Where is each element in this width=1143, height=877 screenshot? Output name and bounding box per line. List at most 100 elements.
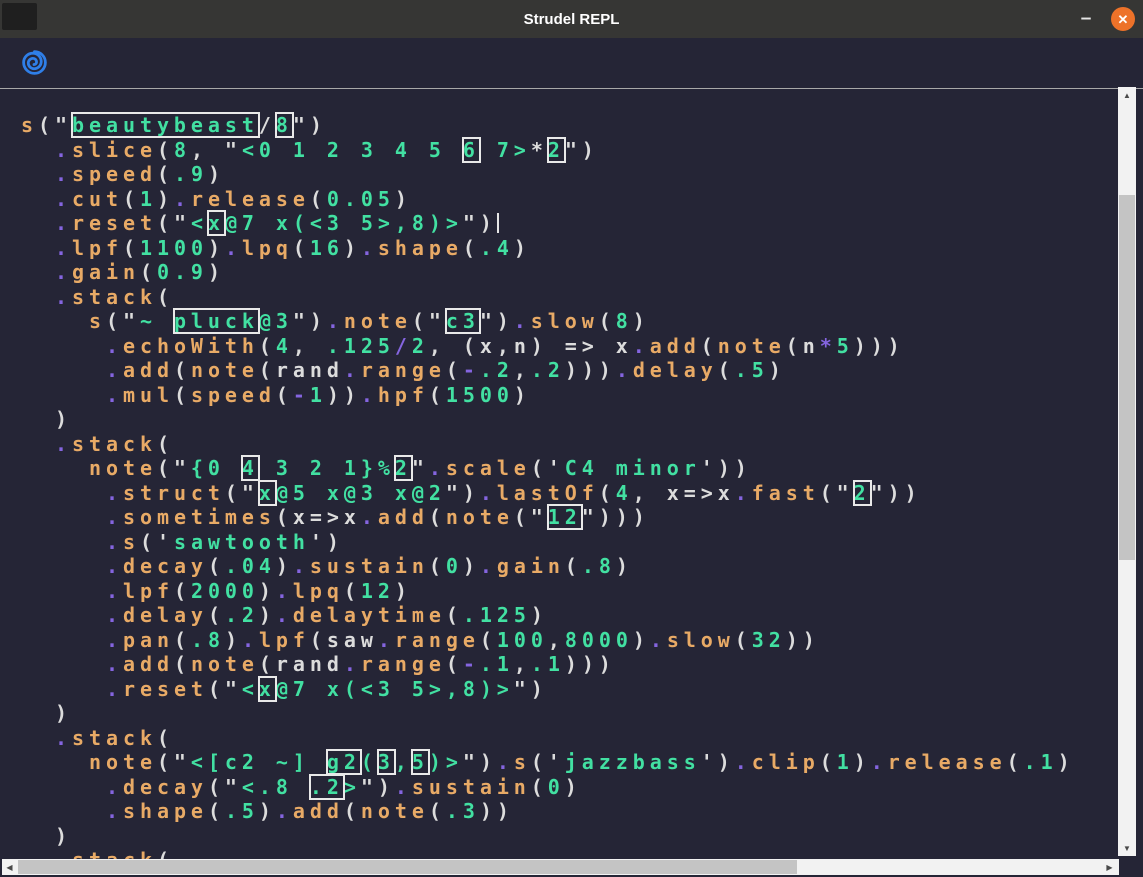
code-token: - [463,652,480,676]
code-token: sometimes [123,505,276,529]
code-token: ( [446,603,463,627]
code-token [21,530,106,554]
code-line[interactable]: .delay(.2).delaytime(.125) [21,603,1075,628]
code-token: . [106,530,123,554]
code-line[interactable]: .stack( [21,285,1075,310]
code-line[interactable]: .decay("<.8 .2>").sustain(0) [21,775,1075,800]
code-token: , [514,358,531,382]
code-token: reset [123,677,208,701]
code-token: ( [157,432,174,456]
strudel-spiral-logo-icon[interactable] [20,48,49,77]
code-token: " [412,456,429,480]
code-token [21,775,106,799]
code-token: clip [752,750,820,774]
code-token: 4 [616,481,633,505]
code-token: . [327,309,344,333]
code-line[interactable]: .echoWith(4, .125/2, (x,n) => x.add(note… [21,334,1075,359]
scroll-up-button[interactable]: ▲ [1118,87,1136,103]
vertical-scrollbar-thumb[interactable] [1119,195,1135,560]
code-token: gain [72,260,140,284]
code-token: ')) [701,456,752,480]
code-line[interactable]: .cut(1).release(0.05) [21,187,1075,212]
code-line[interactable]: ) [21,407,1075,432]
code-line[interactable]: .lpf(2000).lpq(12) [21,579,1075,604]
code-token: note [191,652,259,676]
window-controls: – ✕ [1077,0,1135,38]
code-line[interactable]: s("~ pluck@3").note("c3").slow(8) [21,309,1075,334]
code-line[interactable]: ) [21,701,1075,726]
code-token [21,750,89,774]
code-line[interactable]: .speed(.9) [21,162,1075,187]
code-token [21,848,55,859]
code-token: . [344,652,361,676]
code-token: (" [225,481,259,505]
scroll-down-button[interactable]: ▼ [1118,840,1136,856]
code-token: ( [174,628,191,652]
code-token: ) [225,628,242,652]
code-line[interactable]: .stack( [21,848,1075,859]
code-line[interactable]: ) [21,824,1075,849]
code-line[interactable]: .add(note(rand.range(-.1,.1))) [21,652,1075,677]
code-token: . [106,775,123,799]
code-token: ( [446,358,463,382]
code-token: add [293,799,344,823]
code-token: > [344,775,361,799]
code-token: <[c2 ~] [191,750,327,774]
code-token: .3 [446,799,480,823]
code-token [21,260,55,284]
close-button[interactable]: ✕ [1111,7,1135,31]
code-token: add [378,505,429,529]
code-token: lpf [72,236,123,260]
code-line[interactable]: .stack( [21,432,1075,457]
code-line[interactable]: .add(note(rand.range(-.2,.2))).delay(.5) [21,358,1075,383]
code-token: 8 [174,138,191,162]
code-token: pan [123,628,174,652]
code-token: ( [174,383,191,407]
code-line[interactable]: .decay(.04).sustain(0).gain(.8) [21,554,1075,579]
vertical-scrollbar[interactable]: ▲ ▼ [1118,87,1136,856]
code-token: shape [378,236,463,260]
horizontal-scrollbar-thumb[interactable] [18,860,797,874]
text-cursor [497,213,499,233]
code-token: ) [514,236,531,260]
code-token: ( [565,554,582,578]
code-token: ") [463,750,497,774]
code-token: ( [174,652,191,676]
code-line[interactable]: .reset("<x@7 x(<3 5>,8)>") [21,677,1075,702]
code-token [21,383,106,407]
scroll-right-button[interactable]: ▶ [1102,859,1117,875]
code-token: ) [21,407,72,431]
code-line[interactable]: .shape(.5).add(note(.3)) [21,799,1075,824]
code-token: , x=>x [633,481,735,505]
code-line[interactable]: .sometimes(x=>x.add(note("12"))) [21,505,1075,530]
code-line[interactable]: .mul(speed(-1)).hpf(1500) [21,383,1075,408]
scroll-down-icon: ▼ [1123,844,1131,853]
code-token: ))) [565,358,616,382]
code-line[interactable]: .reset("<x@7 x(<3 5>,8)>") [21,211,1075,236]
code-token: / [395,334,412,358]
code-token: stack [72,432,157,456]
code-line[interactable]: .struct("x@5 x@3 x@2").lastOf(4, x=>x.fa… [21,481,1075,506]
code-line[interactable]: .gain(0.9) [21,260,1075,285]
horizontal-scrollbar[interactable]: ◀ ▶ [2,859,1119,875]
code-token: . [344,358,361,382]
code-token [21,211,55,235]
code-token: ) [21,701,72,725]
code-line[interactable]: .lpf(1100).lpq(16).shape(.4) [21,236,1075,261]
code-token: ( [429,383,446,407]
code-editor[interactable]: s("beautybeast/8") .slice(8, "<0 1 2 3 4… [0,88,1143,859]
scroll-left-button[interactable]: ◀ [2,859,17,875]
close-icon: ✕ [1118,13,1129,26]
code-line[interactable]: s("beautybeast/8") [21,113,1075,138]
code-line[interactable]: note("{0 4 3 2 1}%2".scale('C4 minor')) [21,456,1075,481]
code-line[interactable]: .stack( [21,726,1075,751]
code-line[interactable]: .s('sawtooth') [21,530,1075,555]
code-token: . [106,628,123,652]
code-token: decay [123,554,208,578]
code-line[interactable]: note("<[c2 ~] g2(3,5)>").s('jazzbass').c… [21,750,1075,775]
minimize-button[interactable]: – [1077,7,1095,31]
code-token: .9 [174,162,208,186]
code-token: . [395,775,412,799]
code-line[interactable]: .pan(.8).lpf(saw.range(100,8000).slow(32… [21,628,1075,653]
code-line[interactable]: .slice(8, "<0 1 2 3 4 5 6 7>*2") [21,138,1075,163]
